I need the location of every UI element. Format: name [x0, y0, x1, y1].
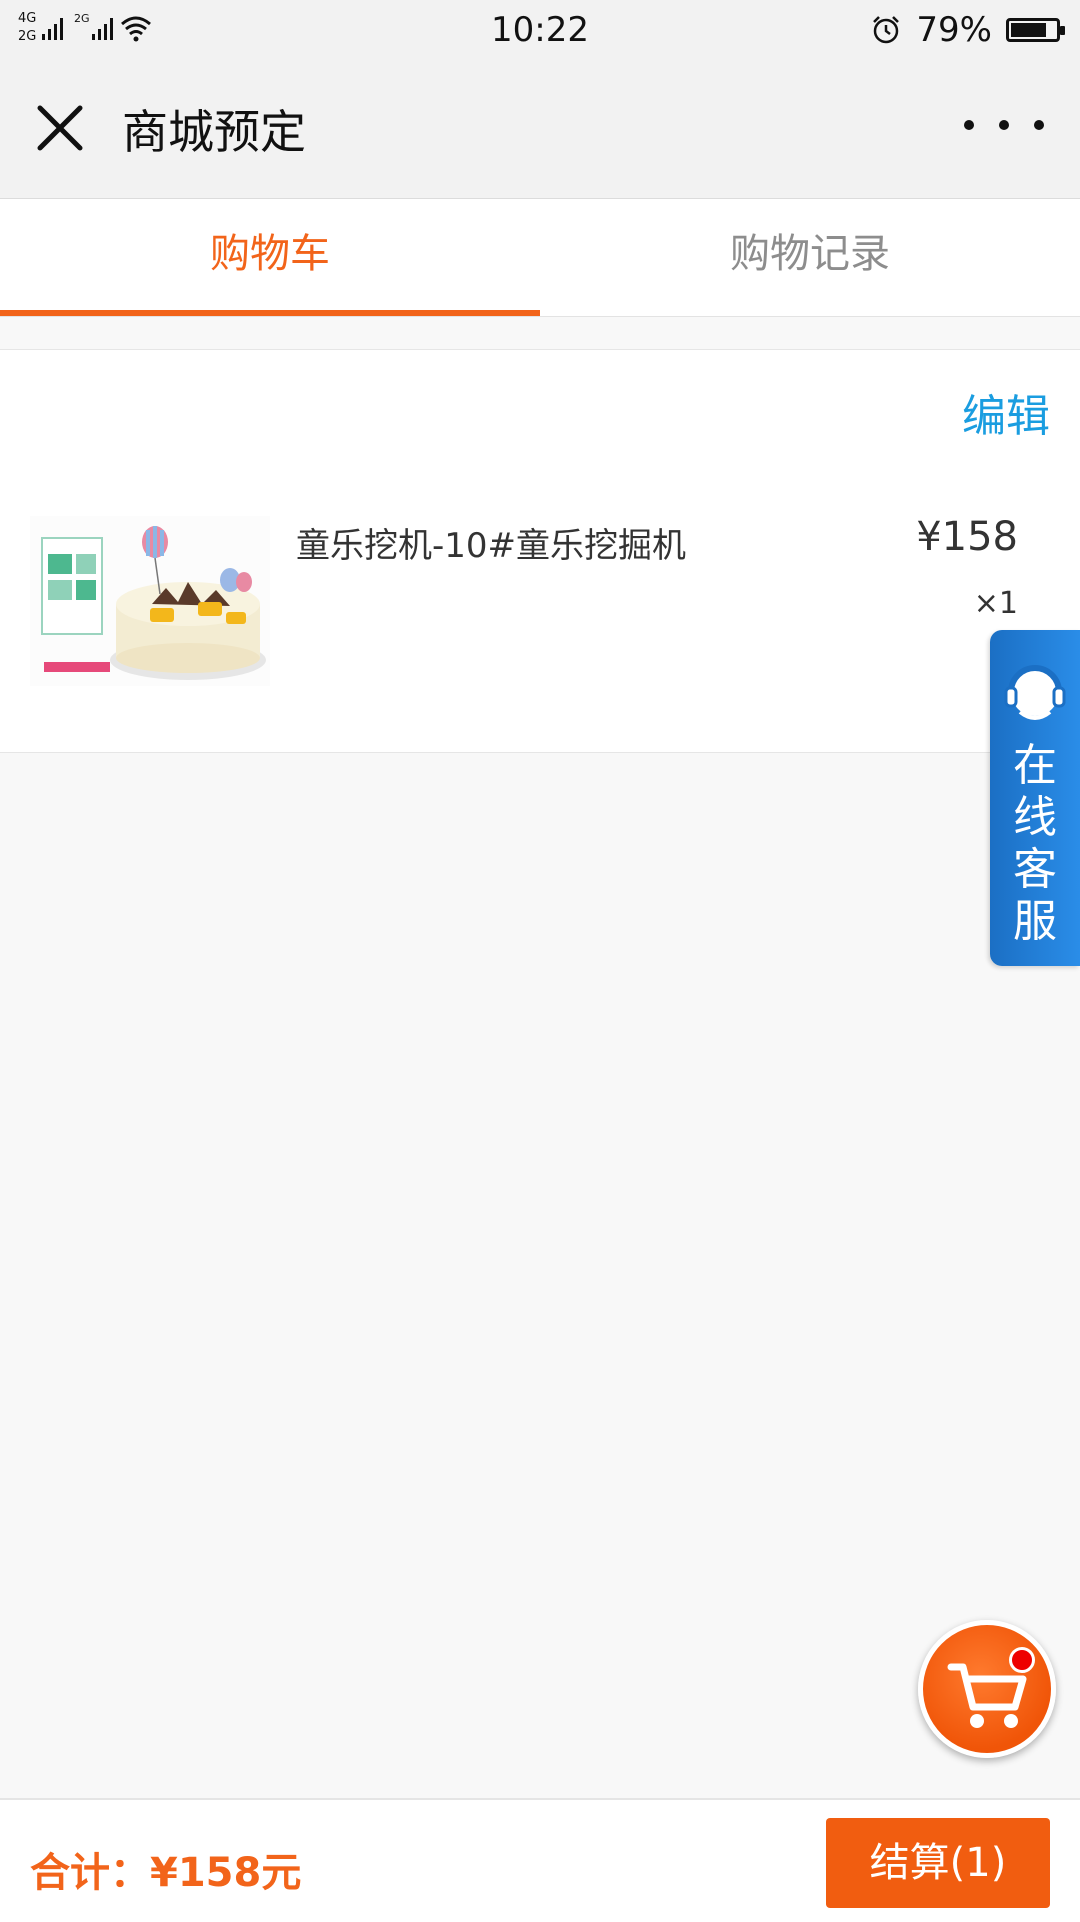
cart-badge-dot	[1009, 1647, 1035, 1673]
tab-shopping-cart[interactable]: 购物车	[0, 199, 540, 316]
alarm-icon	[873, 16, 900, 44]
title-bar: 商城预定	[0, 60, 1080, 199]
close-icon	[37, 105, 83, 151]
tab-purchase-history[interactable]: 购物记录	[540, 199, 1080, 316]
product-quantity: ×1	[973, 586, 1018, 621]
cake-image	[30, 516, 270, 686]
online-service-label: 在线客服	[1013, 740, 1057, 947]
cart-item-card: 编辑 童乐挖机-10#童乐挖掘机 ¥158 ×1	[0, 349, 1080, 753]
total-label: 合计：	[30, 1850, 150, 1896]
total-value: ¥158元	[150, 1850, 302, 1896]
checkout-bar: 合计：¥158元 结算(1)	[0, 1798, 1080, 1922]
more-dot-icon	[999, 120, 1009, 130]
headset-icon	[1004, 665, 1066, 720]
product-name[interactable]: 童乐挖机-10#童乐挖掘机	[296, 518, 686, 567]
online-service-button[interactable]: 在线客服	[990, 630, 1080, 966]
tab-bar: 购物车 购物记录	[0, 199, 1080, 317]
battery-icon	[1006, 18, 1065, 42]
product-image[interactable]	[30, 516, 270, 686]
product-price: ¥158	[916, 514, 1018, 560]
battery-percent: 79%	[916, 10, 992, 50]
status-bar: 4G 2G 2G 10:22 79%	[0, 0, 1080, 60]
floating-cart-button[interactable]	[918, 1620, 1056, 1758]
more-options-button[interactable]	[964, 100, 1044, 150]
close-button[interactable]	[30, 98, 90, 158]
battery-fill	[1011, 23, 1046, 37]
more-dot-icon	[964, 120, 974, 130]
checkout-button[interactable]: 结算(1)	[826, 1818, 1050, 1908]
page-title: 商城预定	[122, 105, 306, 159]
shopping-cart-icon	[947, 1663, 1027, 1728]
edit-button[interactable]: 编辑	[962, 380, 1050, 444]
order-total: 合计：¥158元	[30, 1840, 301, 1898]
more-dot-icon	[1034, 120, 1044, 130]
